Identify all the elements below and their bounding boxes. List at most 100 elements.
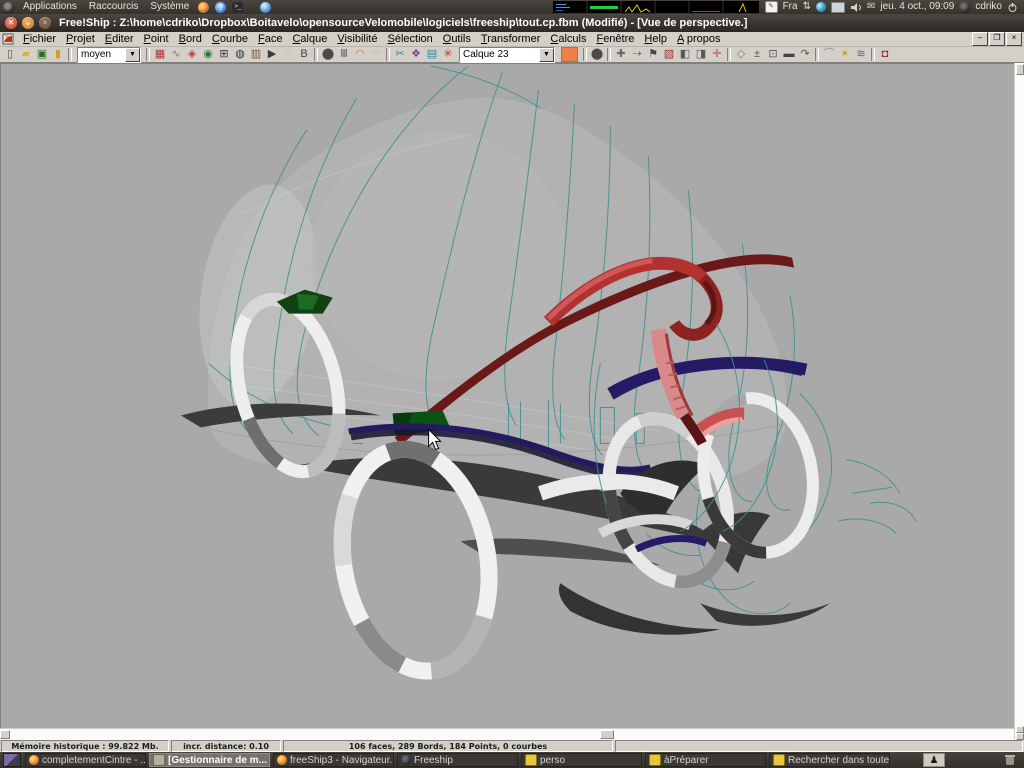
markers-tool-icon[interactable]: ❖ <box>408 47 424 62</box>
import-export-icon[interactable]: ▮ <box>50 47 66 62</box>
keyboard-layout-icon[interactable]: ✎ <box>765 1 778 13</box>
spot-points-icon[interactable]: ✳ <box>440 47 456 62</box>
menu-face[interactable]: Face <box>253 33 287 45</box>
system-menu[interactable]: Système <box>144 0 195 14</box>
chevron-down-icon[interactable]: ▼ <box>539 48 554 62</box>
menu-fenetre[interactable]: Fenêtre <box>591 33 639 45</box>
vertical-scrollbar[interactable] <box>1014 63 1024 740</box>
chevron-down-icon[interactable]: ▼ <box>125 48 140 62</box>
precision-combo[interactable]: moyen ▼ <box>77 47 141 63</box>
network-traffic-icon[interactable]: ⇅ <box>803 0 811 14</box>
browser-launcher-icon[interactable] <box>260 2 271 13</box>
menu-outils[interactable]: Outils <box>438 33 476 45</box>
project-point-icon[interactable]: ⚑ <box>645 47 661 62</box>
menu-apropos[interactable]: A propos <box>672 33 725 45</box>
task-firefox-2[interactable]: freeShip3 - Navigateur... <box>273 753 394 767</box>
fair-curve-icon[interactable]: ∿ <box>168 47 184 62</box>
system-monitor-applet[interactable] <box>553 1 759 13</box>
window-close-button[interactable]: ✕ <box>5 17 17 29</box>
task-freeship[interactable]: Freeship <box>397 753 518 767</box>
clock[interactable]: jeu. 4 oct., 09:09 <box>880 0 954 14</box>
horizontal-scrollbar[interactable] <box>0 728 1014 740</box>
check-model-icon[interactable]: ◈ <box>184 47 200 62</box>
edge-collapse-icon[interactable]: ▧ <box>661 47 677 62</box>
volume-icon[interactable] <box>850 2 862 13</box>
flowline-icon[interactable]: ◠ <box>352 47 368 62</box>
new-file-icon[interactable]: ▯ <box>2 47 18 62</box>
help-launcher-icon[interactable]: ? <box>215 2 226 13</box>
gauss-curvature-icon[interactable]: ◍ <box>232 47 248 62</box>
save-file-icon[interactable]: ▣ <box>34 47 50 62</box>
notes-applet-button[interactable]: ♟ <box>923 753 945 767</box>
window-minimize-button[interactable]: ⌄ <box>22 17 34 29</box>
layer-color-swatch[interactable] <box>561 47 578 62</box>
intersection-tool-icon[interactable]: ✂ <box>392 47 408 62</box>
menu-fichier[interactable]: Fichier <box>18 33 61 45</box>
mail-icon[interactable]: ✉ <box>867 0 875 14</box>
flowline-off-icon[interactable]: ◠ <box>368 47 384 62</box>
mirror-plane-icon[interactable]: ▬ <box>781 47 797 62</box>
menu-transformer[interactable]: Transformer <box>476 33 546 45</box>
layer-pocket-icon[interactable]: ⬤ <box>589 47 605 62</box>
menu-projet[interactable]: Projet <box>61 33 100 45</box>
curvature-plot-icon[interactable]: ◌ <box>280 47 296 62</box>
point-grid-icon[interactable]: ⊡ <box>765 47 781 62</box>
window-list-applet-icon[interactable] <box>3 753 21 767</box>
menu-courbe[interactable]: Courbe <box>207 33 253 45</box>
wave-tool-icon[interactable]: ≋ <box>853 47 869 62</box>
scroll-up-button[interactable] <box>1016 726 1024 733</box>
firefox-launcher-icon[interactable] <box>198 2 209 13</box>
light-settings-icon[interactable]: ✴ <box>837 47 853 62</box>
trash-icon[interactable] <box>1004 754 1016 766</box>
applications-menu[interactable]: Applications <box>17 0 83 14</box>
user-name[interactable]: cdriko <box>975 0 1002 14</box>
scroll-left-button[interactable] <box>0 730 10 739</box>
delete-marker-icon[interactable]: ◘ <box>877 47 893 62</box>
menu-bord[interactable]: Bord <box>174 33 207 45</box>
menu-help[interactable]: Help <box>639 33 672 45</box>
shade-view-icon[interactable]: ◉ <box>200 47 216 62</box>
zebra-shading-icon[interactable]: ▶ <box>264 47 280 62</box>
task-file-manager[interactable]: [Gestionnaire de m... <box>149 753 270 767</box>
user-menu-icon[interactable] <box>959 2 970 13</box>
menu-selection[interactable]: Sélection <box>382 33 437 45</box>
menu-visibilite[interactable]: Visibilité <box>332 33 382 45</box>
distro-menu-icon[interactable] <box>3 2 14 13</box>
scroll-down-button[interactable] <box>1016 733 1024 740</box>
background-image-icon[interactable]: ▤ <box>424 47 440 62</box>
solid-view-icon[interactable]: ⬤ <box>320 47 336 62</box>
perspective-viewport[interactable] <box>0 63 1014 728</box>
display-icon[interactable] <box>831 2 845 13</box>
insert-point-icon[interactable]: ⇢ <box>629 47 645 62</box>
rotate-model-icon[interactable]: ↷ <box>797 47 813 62</box>
open-file-icon[interactable]: ▰ <box>18 47 34 62</box>
mdi-close-button[interactable]: × <box>1006 32 1022 46</box>
menu-point[interactable]: Point <box>139 33 174 45</box>
anchor-point-icon[interactable]: ✛ <box>709 47 725 62</box>
unlock-points-icon[interactable]: ◨ <box>693 47 709 62</box>
menu-calque[interactable]: Calque <box>287 33 332 45</box>
update-applet-icon[interactable] <box>816 2 826 12</box>
menu-calculs[interactable]: Calculs <box>545 33 591 45</box>
task-note-rechercher[interactable]: Rechercher dans toute... <box>769 753 890 767</box>
shortcuts-menu[interactable]: Raccourcis <box>83 0 144 14</box>
keyboard-layout-label[interactable]: Fra <box>783 0 798 14</box>
task-note-apreparer[interactable]: àPréparer <box>645 753 766 767</box>
control-net-icon[interactable]: ▦ <box>152 47 168 62</box>
layer-combo[interactable]: Calque 23 ▼ <box>459 47 555 63</box>
new-face-icon[interactable]: ◇ <box>733 47 749 62</box>
vertical-scrollbar-thumb[interactable] <box>1016 64 1024 75</box>
show-both-sides-icon[interactable]: B <box>296 47 312 62</box>
window-maximize-button[interactable]: ▫ <box>39 17 51 29</box>
terminal-launcher-icon[interactable]: >_ <box>232 2 243 13</box>
mdi-restore-button[interactable]: ❐ <box>989 32 1005 46</box>
move-point-icon[interactable]: ✚ <box>613 47 629 62</box>
window-titlebar[interactable]: ✕ ⌄ ▫ Free!Ship : Z:\home\cdriko\Dropbox… <box>0 14 1024 32</box>
align-points-icon[interactable]: ± <box>749 47 765 62</box>
grid-view-icon[interactable]: ⊞ <box>216 47 232 62</box>
mdi-minimize-button[interactable]: – <box>972 32 988 46</box>
power-icon[interactable] <box>1007 2 1018 13</box>
curve-tool-icon[interactable]: ⌒ <box>821 47 837 62</box>
stations-view-icon[interactable]: Ⅲ <box>336 47 352 62</box>
lock-points-icon[interactable]: ◧ <box>677 47 693 62</box>
